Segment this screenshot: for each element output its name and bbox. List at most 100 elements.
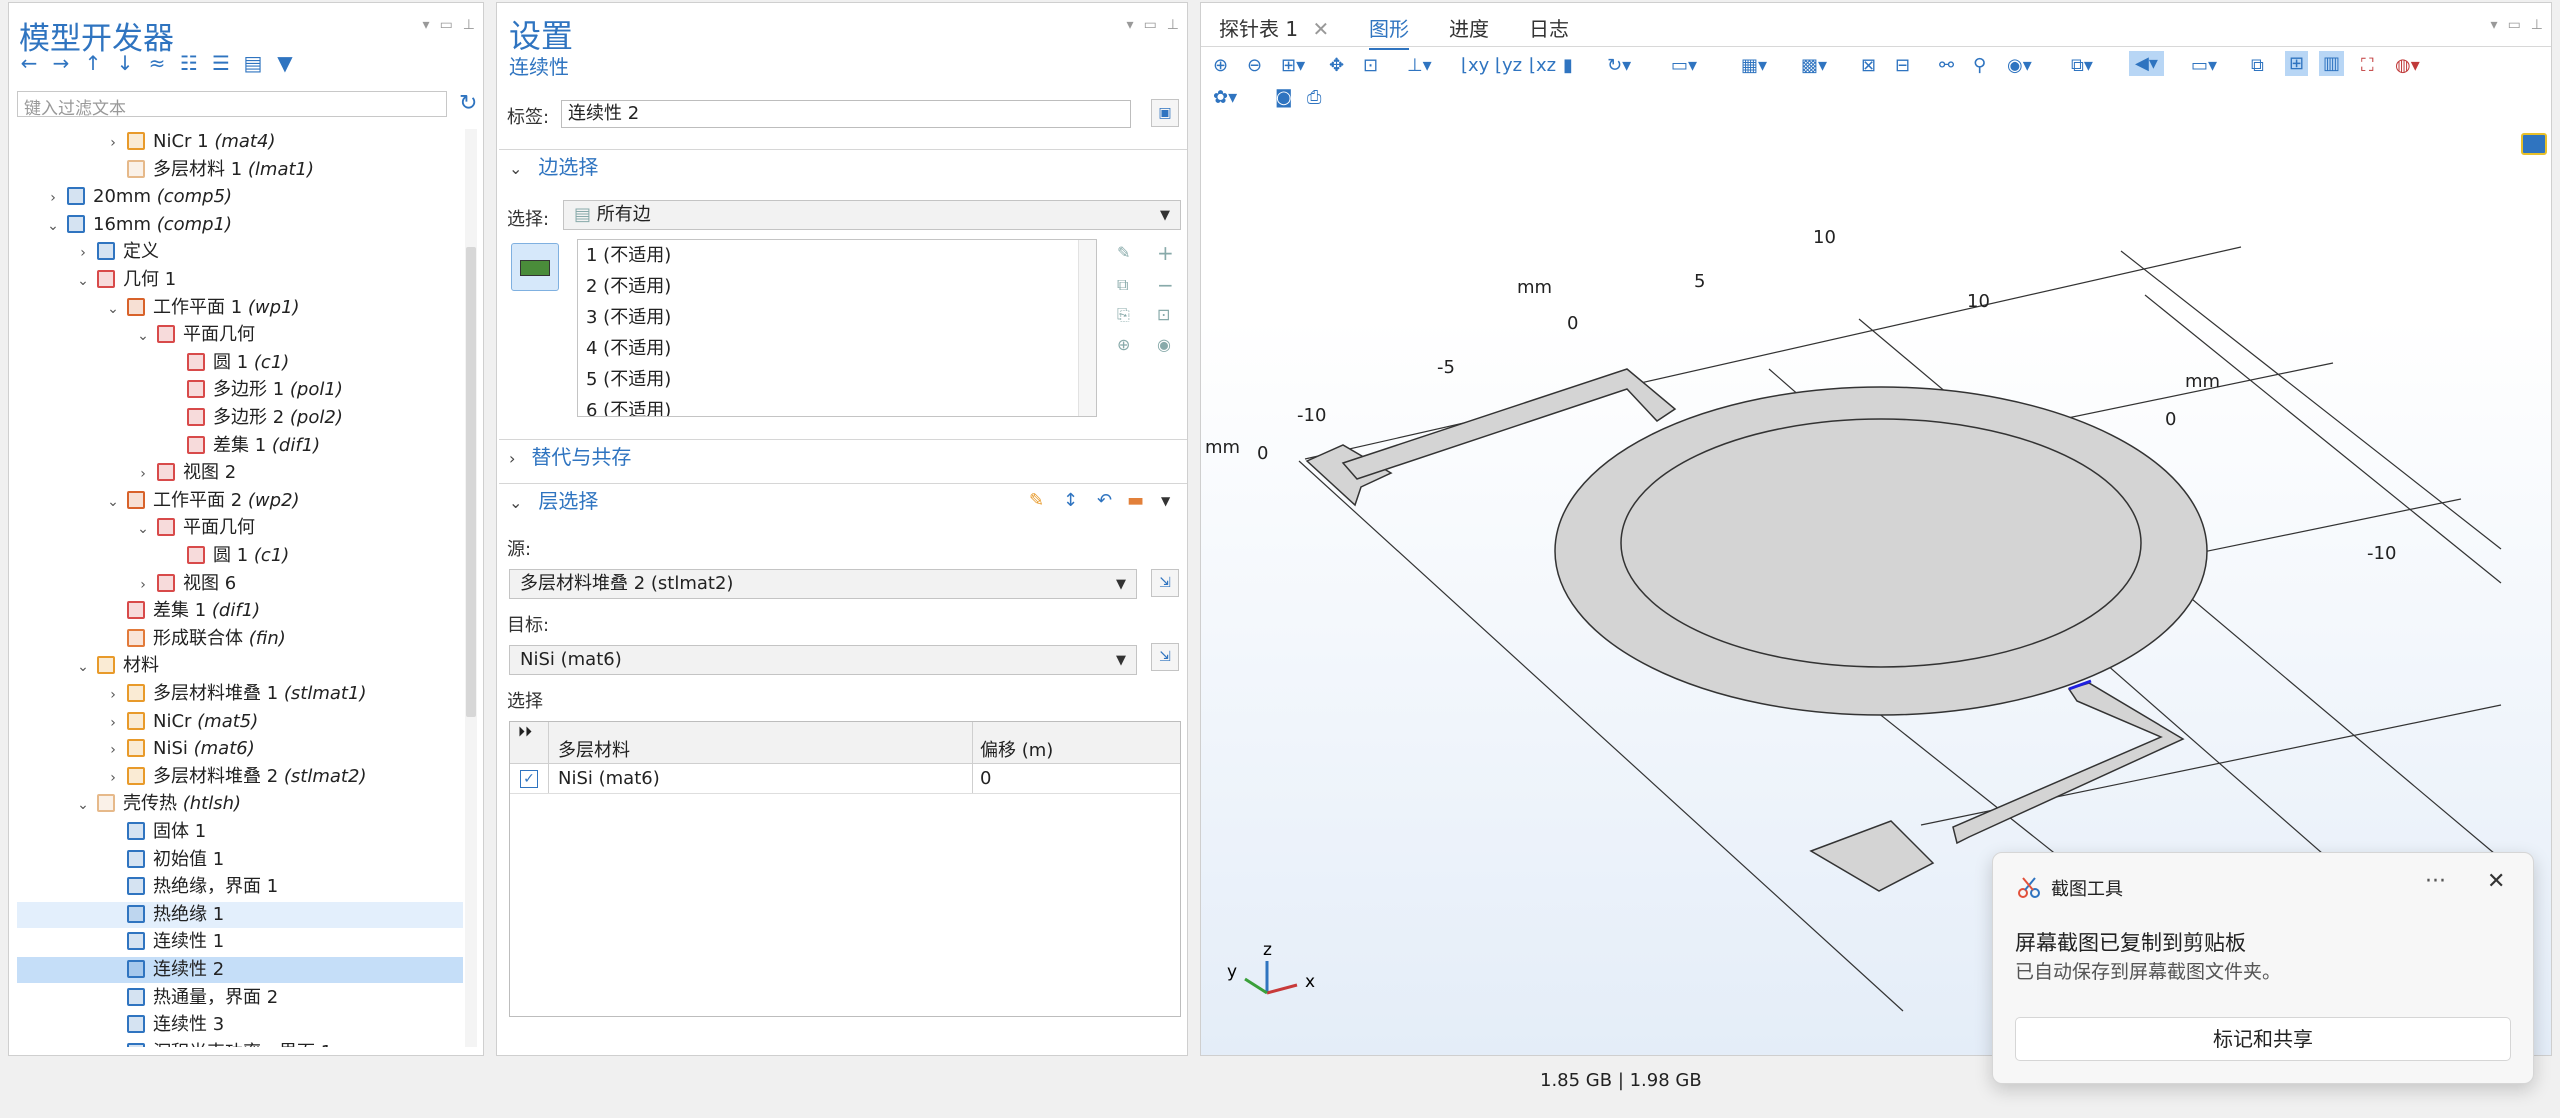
expand-toggle-icon[interactable]: › [135, 461, 151, 487]
tree-node[interactable]: › NiCr (mat5) [17, 709, 463, 735]
selection-combo[interactable]: ▤ 所有边 ▼ [563, 200, 1181, 230]
move-up-icon[interactable]: ↑ [81, 51, 105, 75]
tree-node[interactable]: ⌄ 几何 1 [17, 267, 463, 293]
tree-node[interactable]: ⌄ 平面几何 [17, 515, 463, 541]
expand-toggle-icon[interactable]: ⌄ [75, 792, 91, 818]
table-row[interactable]: ✓ NiSi (mat6) 0 [510, 764, 1180, 794]
expand-all-icon[interactable]: ⏵⏵ [518, 724, 532, 740]
tree-node[interactable]: 固体 1 [17, 819, 463, 845]
collapse-icon[interactable]: ☰ [209, 51, 233, 75]
create-selection-icon[interactable]: ⊡ [1157, 305, 1170, 324]
maximize-icon[interactable]: ▭ [1144, 17, 1157, 33]
tree-node[interactable]: ⌄ 工作平面 1 (wp1) [17, 295, 463, 321]
tree-node[interactable]: › NiCr 1 (mat4) [17, 129, 463, 155]
layer-selection-header[interactable]: ⌄ 层选择 ✎ ↕ ↶ ▬ ▼ [499, 483, 1187, 517]
tree-node[interactable]: ⌄ 工作平面 2 (wp2) [17, 488, 463, 514]
clear-selection-icon[interactable]: ⎘ [1117, 305, 1130, 325]
list-item[interactable]: 4 (不适用) [578, 333, 1096, 364]
tree-node[interactable]: ⌄ 16mm (comp1) [17, 212, 463, 238]
show-icon[interactable]: ≈ [145, 51, 169, 75]
label-reset-button[interactable]: ▣ [1151, 99, 1179, 127]
tree-node[interactable]: › 视图 2 [17, 460, 463, 486]
tree-node[interactable]: 差集 1 (dif1) [17, 598, 463, 624]
source-go-to-button[interactable]: ⇲ [1151, 569, 1179, 597]
tree-node[interactable]: 初始值 1 [17, 847, 463, 873]
row-offset[interactable]: 0 [980, 768, 991, 789]
list-item[interactable]: 6 (不适用) [578, 395, 1096, 416]
undo-icon[interactable]: ↶ [1097, 484, 1112, 518]
expand-toggle-icon[interactable]: ⌄ [105, 489, 121, 515]
override-header[interactable]: › 替代与共存 [499, 439, 1187, 473]
tree-node[interactable]: 差集 1 (dif1) [17, 433, 463, 459]
list-item[interactable]: 5 (不适用) [578, 364, 1096, 395]
tree-node[interactable]: › 20mm (comp5) [17, 184, 463, 210]
expand-toggle-icon[interactable]: ⌄ [105, 296, 121, 322]
layer-bar-icon[interactable]: ▬ [1127, 484, 1144, 518]
expand-toggle-icon[interactable]: ⌄ [45, 213, 61, 239]
maximize-icon[interactable]: ▭ [440, 17, 453, 33]
forward-arrow-icon[interactable]: → [49, 51, 73, 75]
tree-node[interactable]: 热绝缘，界面 1 [17, 874, 463, 900]
selection-active-toggle[interactable] [511, 243, 559, 291]
expand-toggle-icon[interactable]: › [135, 572, 151, 598]
column-header-material[interactable]: 多层材料 [558, 736, 630, 762]
more-options-icon[interactable]: ··· [2425, 869, 2446, 894]
tree-node[interactable]: › 定义 [17, 239, 463, 265]
pin-icon[interactable]: ⊥ [463, 17, 475, 33]
up-down-arrow-icon[interactable]: ↕ [1063, 484, 1078, 518]
tree-node[interactable]: 热绝缘 1 [17, 901, 463, 928]
expand-toggle-icon[interactable]: › [105, 130, 121, 156]
tree-node[interactable]: › 多层材料堆叠 1 (stlmat1) [17, 681, 463, 707]
mark-and-share-button[interactable]: 标记和共享 [2015, 1017, 2511, 1061]
scrollbar-thumb[interactable] [466, 247, 476, 717]
row-checkbox[interactable]: ✓ [520, 770, 538, 788]
tree-node[interactable]: 连续性 3 [17, 1012, 463, 1038]
tree-node[interactable]: 连续性 2 [17, 957, 463, 983]
list-item[interactable]: 3 (不适用) [578, 302, 1096, 333]
chevron-down-icon[interactable]: ▼ [1161, 484, 1170, 518]
chevron-down-icon[interactable]: ▾ [1127, 17, 1134, 33]
column-header-offset[interactable]: 偏移 (m) [980, 736, 1053, 762]
tree-scrollbar[interactable] [465, 129, 477, 1047]
list-item[interactable]: 2 (不适用) [578, 271, 1096, 302]
show-selection-icon[interactable]: ◉ [1157, 335, 1171, 354]
tree-node[interactable]: 连续性 1 [17, 929, 463, 955]
edge-list-scrollbar[interactable] [1078, 240, 1096, 416]
pin-icon[interactable]: ⊥ [1167, 17, 1179, 33]
tree-node[interactable]: ⌄ 壳传热 (htlsh) [17, 791, 463, 817]
expand-icon[interactable]: ☷ [177, 51, 201, 75]
tree-node[interactable]: 圆 1 (c1) [17, 543, 463, 569]
filter-input[interactable]: 键入过滤文本 [17, 91, 447, 119]
expand-toggle-icon[interactable]: › [105, 737, 121, 763]
expand-toggle-icon[interactable]: › [45, 185, 61, 211]
move-down-icon[interactable]: ↓ [113, 51, 137, 75]
tree-node[interactable]: 热通量，界面 2 [17, 985, 463, 1011]
tree-node[interactable]: ⌄ 平面几何 [17, 322, 463, 348]
edge-selection-header[interactable]: ⌄ 边选择 [499, 149, 1187, 183]
back-arrow-icon[interactable]: ← [17, 51, 41, 75]
tree-node[interactable]: › NiSi (mat6) [17, 736, 463, 762]
add-selection-icon[interactable]: + [1157, 241, 1174, 265]
label-field[interactable]: 连续性 2 [561, 100, 1131, 128]
edge-list[interactable]: 1 (不适用) 2 (不适用) 3 (不适用) 4 (不适用) 5 (不适用) 6 (不适… [577, 239, 1097, 417]
copy-selection-icon[interactable]: ⧉ [1117, 275, 1128, 295]
expand-toggle-icon[interactable]: ⌄ [75, 268, 91, 294]
target-go-to-button[interactable]: ⇲ [1151, 643, 1179, 671]
source-combo[interactable]: 多层材料堆叠 2 (stlmat2) ▼ [509, 569, 1137, 599]
expand-toggle-icon[interactable]: ⌄ [135, 323, 151, 349]
expand-toggle-icon[interactable]: ⌄ [135, 516, 151, 542]
expand-toggle-icon[interactable]: › [105, 765, 121, 791]
expand-toggle-icon[interactable]: › [105, 710, 121, 736]
remove-selection-icon[interactable]: − [1157, 273, 1174, 297]
tree-node[interactable]: 多层材料 1 (lmat1) [17, 157, 463, 183]
chevron-down-icon[interactable]: ▾ [423, 17, 430, 33]
close-icon[interactable]: ✕ [2487, 869, 2505, 894]
snipping-tool-notification[interactable]: 截图工具 ··· ✕ 屏幕截图已复制到剪贴板 已自动保存到屏幕截图文件夹。 标记… [1992, 852, 2534, 1084]
tree-node[interactable]: › 多层材料堆叠 2 (stlmat2) [17, 764, 463, 790]
filter-icon[interactable]: ▼ [273, 51, 297, 75]
paste-selection-icon[interactable]: ✎ [1117, 243, 1130, 262]
tree-node[interactable]: 多边形 1 (pol1) [17, 377, 463, 403]
tree-node[interactable]: › 视图 6 [17, 571, 463, 597]
target-combo[interactable]: NiSi (mat6) ▼ [509, 645, 1137, 675]
refresh-icon[interactable]: ↻ [459, 91, 477, 116]
